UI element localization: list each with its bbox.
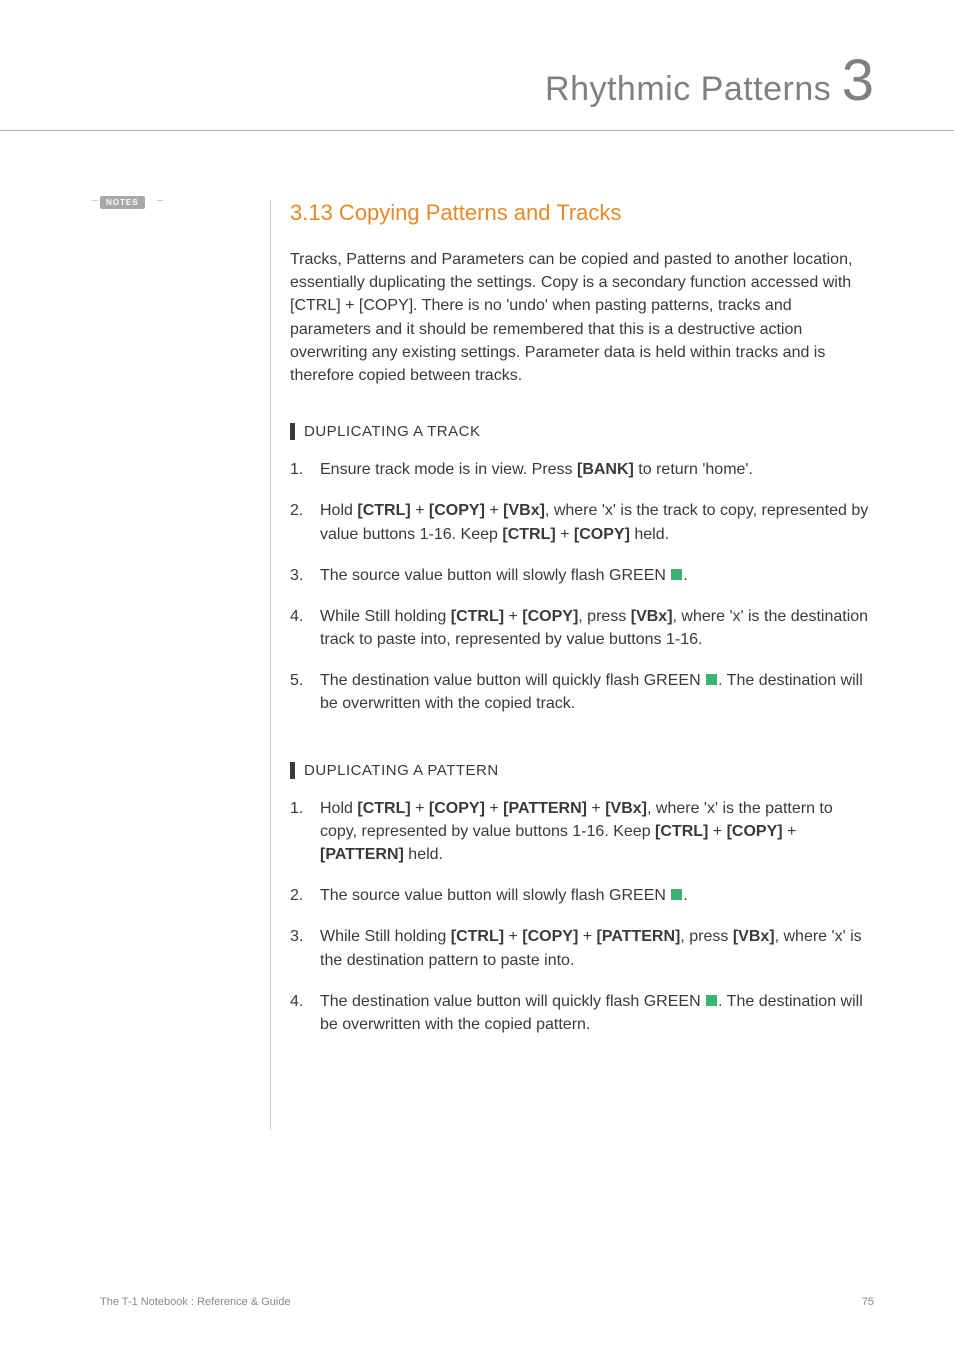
block-heading-pattern: DUPLICATING A PATTERN	[290, 762, 874, 779]
text: While Still holding	[320, 928, 451, 945]
key-label: [VBx]	[631, 608, 673, 625]
key-label: [COPY]	[429, 800, 485, 817]
text: +	[783, 823, 797, 840]
key-label: [CTRL]	[451, 928, 504, 945]
page-header: Rhythmic Patterns 3	[545, 58, 874, 109]
text: .	[683, 887, 687, 904]
block-heading-track: DUPLICATING A TRACK	[290, 423, 874, 440]
steps-track: Ensure track mode is in view. Press [BAN…	[290, 458, 874, 716]
main-content: 3.13 Copying Patterns and Tracks Tracks,…	[290, 200, 874, 1082]
text: While Still holding	[320, 608, 451, 625]
footer-text: The T-1 Notebook : Reference & Guide	[100, 1296, 291, 1308]
key-label: [CTRL]	[655, 823, 708, 840]
text: .	[683, 567, 687, 584]
key-label: [PATTERN]	[597, 928, 681, 945]
list-item: While Still holding [CTRL] + [COPY] + [P…	[290, 925, 874, 971]
text: +	[485, 502, 503, 519]
section-title: 3.13 Copying Patterns and Tracks	[290, 200, 874, 226]
chapter-number: 3	[842, 58, 874, 104]
text: held.	[630, 526, 669, 543]
key-label: [COPY]	[522, 928, 578, 945]
text: +	[556, 526, 574, 543]
list-item: The source value button will slowly flas…	[290, 884, 874, 907]
text: The source value button will slowly flas…	[320, 567, 670, 584]
text: The destination value button will quickl…	[320, 993, 705, 1010]
text: +	[504, 608, 522, 625]
text: +	[485, 800, 503, 817]
key-label: [VBx]	[503, 502, 545, 519]
green-square-icon	[706, 995, 717, 1006]
text: , press	[578, 608, 630, 625]
notes-divider	[270, 200, 271, 1130]
list-item: The destination value button will quickl…	[290, 669, 874, 715]
green-square-icon	[706, 674, 717, 685]
green-square-icon	[671, 569, 682, 580]
list-item: Hold [CTRL] + [COPY] + [VBx], where 'x' …	[290, 499, 874, 545]
key-label: [CTRL]	[451, 608, 504, 625]
key-label: [COPY]	[429, 502, 485, 519]
text: +	[708, 823, 726, 840]
text: +	[411, 800, 429, 817]
text: , press	[680, 928, 732, 945]
key-label: [CTRL]	[357, 800, 410, 817]
key-label: [CTRL]	[502, 526, 555, 543]
notes-label: NOTES	[100, 196, 145, 209]
key-label: [PATTERN]	[320, 846, 404, 863]
header-rule	[0, 130, 954, 131]
section-intro: Tracks, Patterns and Parameters can be c…	[290, 248, 874, 387]
page-footer: The T-1 Notebook : Reference & Guide 75	[100, 1296, 874, 1308]
key-label: [COPY]	[574, 526, 630, 543]
text: +	[411, 502, 429, 519]
key-label: [VBx]	[733, 928, 775, 945]
chapter-title: Rhythmic Patterns	[545, 70, 831, 109]
text: Hold	[320, 800, 357, 817]
text: The source value button will slowly flas…	[320, 887, 670, 904]
list-item: While Still holding [CTRL] + [COPY], pre…	[290, 605, 874, 651]
text: +	[504, 928, 522, 945]
key-label: [COPY]	[727, 823, 783, 840]
green-square-icon	[671, 889, 682, 900]
text: Hold	[320, 502, 357, 519]
notes-tick	[92, 200, 98, 201]
text: +	[587, 800, 605, 817]
text: The destination value button will quickl…	[320, 672, 705, 689]
page-number: 75	[862, 1296, 874, 1308]
list-item: Ensure track mode is in view. Press [BAN…	[290, 458, 874, 481]
list-item: The destination value button will quickl…	[290, 990, 874, 1036]
key-label: [COPY]	[522, 608, 578, 625]
key-label: [VBx]	[605, 800, 647, 817]
list-item: The source value button will slowly flas…	[290, 564, 874, 587]
text: held.	[404, 846, 443, 863]
key-label: [CTRL]	[357, 502, 410, 519]
notes-tick	[157, 200, 163, 201]
key-label: [PATTERN]	[503, 800, 587, 817]
key-label: [BANK]	[577, 461, 634, 478]
text: +	[578, 928, 596, 945]
list-item: Hold [CTRL] + [COPY] + [PATTERN] + [VBx]…	[290, 797, 874, 867]
steps-pattern: Hold [CTRL] + [COPY] + [PATTERN] + [VBx]…	[290, 797, 874, 1037]
text: to return 'home'.	[634, 461, 753, 478]
text: Ensure track mode is in view. Press	[320, 461, 577, 478]
